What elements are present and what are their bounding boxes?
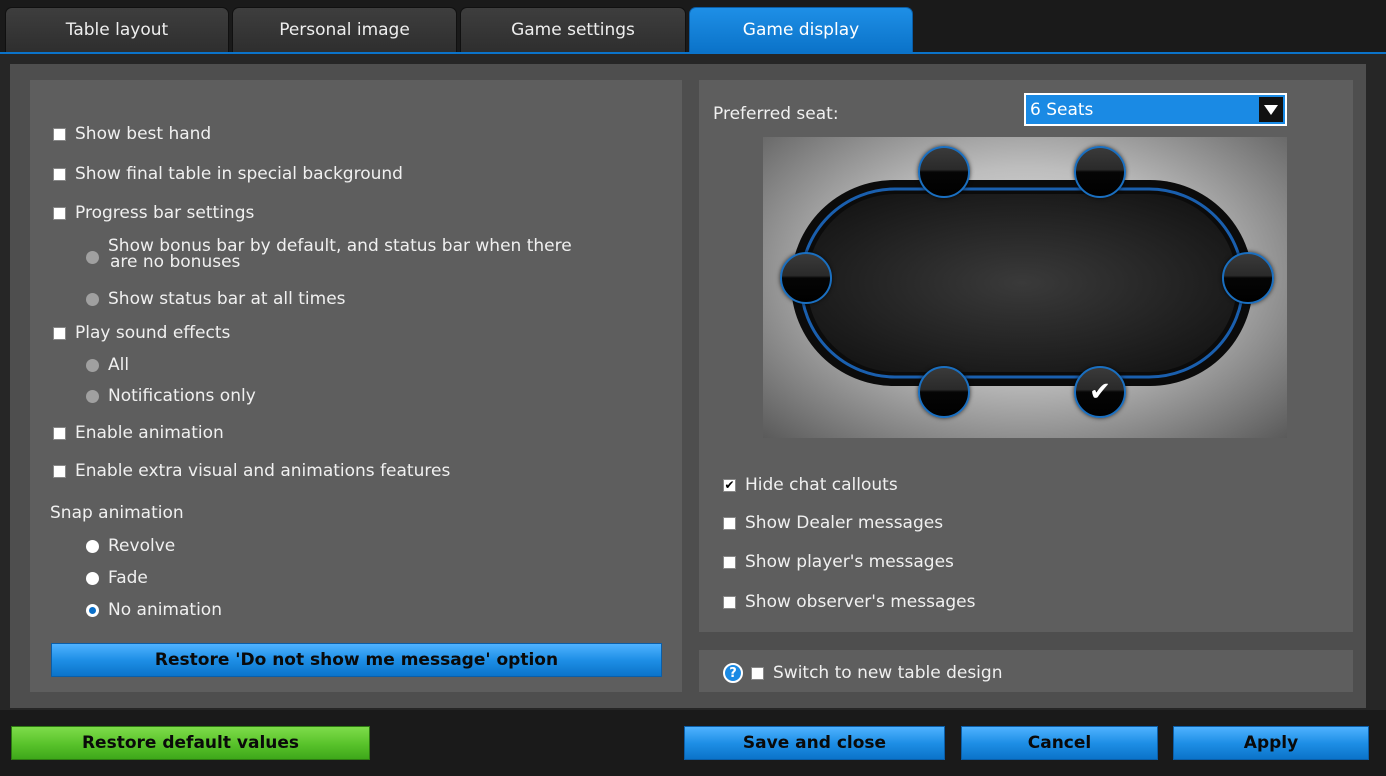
checkbox-box[interactable] (53, 464, 66, 478)
show-dealer-messages-checkbox[interactable]: Show Dealer messages (723, 513, 943, 533)
tab-game-settings[interactable]: Game settings (460, 7, 686, 52)
show-final-table-checkbox[interactable]: Show final table in special background (53, 164, 403, 184)
checkbox-label: Enable animation (75, 423, 224, 443)
checkbox-label: Show final table in special background (75, 164, 403, 184)
radio-label: All (108, 355, 130, 375)
show-bonus-bar-radio[interactable]: Show bonus bar by default, and status ba… (86, 238, 572, 272)
checkbox-box[interactable] (723, 516, 736, 530)
seat-count-select[interactable]: 6 Seats (1024, 93, 1287, 126)
poker-table-graphic (791, 180, 1253, 386)
radio-button[interactable] (86, 571, 99, 585)
checkbox-box[interactable] (751, 666, 764, 680)
snap-animation-heading: Snap animation (50, 503, 184, 523)
show-player-messages-checkbox[interactable]: Show player's messages (723, 552, 954, 572)
hide-chat-callouts-checkbox[interactable]: ✔ Hide chat callouts (723, 475, 898, 495)
radio-label: No animation (108, 600, 222, 620)
save-and-close-button[interactable]: Save and close (684, 726, 945, 760)
help-icon[interactable]: ? (723, 663, 743, 683)
checkbox-box[interactable] (53, 206, 66, 220)
extra-visual-checkbox[interactable]: Enable extra visual and animations featu… (53, 461, 450, 481)
table-seat-picker: ✔ (763, 137, 1287, 438)
checkbox-box[interactable] (53, 167, 66, 181)
seat-1[interactable] (918, 146, 970, 198)
radio-label: Show status bar at all times (108, 289, 346, 309)
seat-2[interactable] (1074, 146, 1126, 198)
restore-defaults-button[interactable]: Restore default values (11, 726, 370, 760)
seat-6-selected[interactable]: ✔ (1074, 366, 1126, 418)
dropdown-arrow-icon[interactable] (1259, 97, 1283, 122)
restore-message-option-button[interactable]: Restore 'Do not show me message' option (51, 643, 662, 677)
radio-label: Notifications only (108, 386, 256, 406)
checkbox-box[interactable] (723, 555, 736, 569)
checkbox-label: Play sound effects (75, 323, 231, 343)
enable-animation-checkbox[interactable]: Enable animation (53, 423, 224, 443)
checkbox-label: Enable extra visual and animations featu… (75, 461, 451, 481)
checkbox-label: Show Dealer messages (745, 513, 944, 533)
sound-all-radio[interactable]: All (86, 355, 129, 375)
checkbox-box[interactable] (53, 127, 66, 141)
checkbox-label: Show best hand (75, 124, 212, 144)
progress-bar-settings-checkbox[interactable]: Progress bar settings (53, 203, 254, 223)
snap-fade-radio[interactable]: Fade (86, 568, 148, 588)
seat-3[interactable] (1222, 252, 1274, 304)
checkbox-label: Show player's messages (745, 552, 954, 572)
checkbox-box[interactable] (53, 326, 66, 340)
radio-button[interactable] (86, 389, 99, 403)
snap-no-animation-radio[interactable]: No animation (86, 600, 222, 620)
radio-button[interactable] (86, 539, 99, 553)
tab-personal-image[interactable]: Personal image (232, 7, 457, 52)
play-sound-effects-checkbox[interactable]: Play sound effects (53, 323, 230, 343)
show-observer-messages-checkbox[interactable]: Show observer's messages (723, 592, 975, 612)
cancel-button[interactable]: Cancel (961, 726, 1158, 760)
check-icon: ✔ (1089, 377, 1111, 407)
seat-5[interactable] (918, 366, 970, 418)
radio-label: Show bonus bar by default, and status ba… (108, 238, 572, 272)
new-table-design-checkbox[interactable]: ? Switch to new table design (723, 663, 1002, 683)
checkbox-label: Progress bar settings (75, 203, 255, 223)
radio-label: Revolve (108, 536, 176, 556)
show-status-bar-radio[interactable]: Show status bar at all times (86, 289, 346, 309)
show-best-hand-checkbox[interactable]: Show best hand (53, 124, 211, 144)
sound-notifications-radio[interactable]: Notifications only (86, 386, 256, 406)
tab-game-display[interactable]: Game display (689, 7, 913, 52)
preferred-seat-label: Preferred seat: (713, 104, 839, 124)
radio-button[interactable] (86, 251, 99, 264)
radio-label: Fade (108, 568, 148, 588)
tab-table-layout[interactable]: Table layout (5, 7, 229, 52)
seat-count-value: 6 Seats (1030, 99, 1094, 120)
checkbox-box[interactable] (723, 595, 736, 609)
checkbox-label: Switch to new table design (773, 663, 1003, 683)
checkbox-label: Hide chat callouts (745, 475, 898, 495)
checkbox-label: Show observer's messages (745, 592, 976, 612)
snap-revolve-radio[interactable]: Revolve (86, 536, 175, 556)
radio-button[interactable] (86, 358, 99, 372)
checkbox-box[interactable]: ✔ (723, 478, 736, 492)
radio-button[interactable] (86, 603, 99, 617)
radio-label-line: are no bonuses (110, 252, 241, 272)
checkbox-box[interactable] (53, 426, 66, 440)
seat-4[interactable] (780, 252, 832, 304)
radio-button[interactable] (86, 292, 99, 306)
apply-button[interactable]: Apply (1173, 726, 1369, 760)
